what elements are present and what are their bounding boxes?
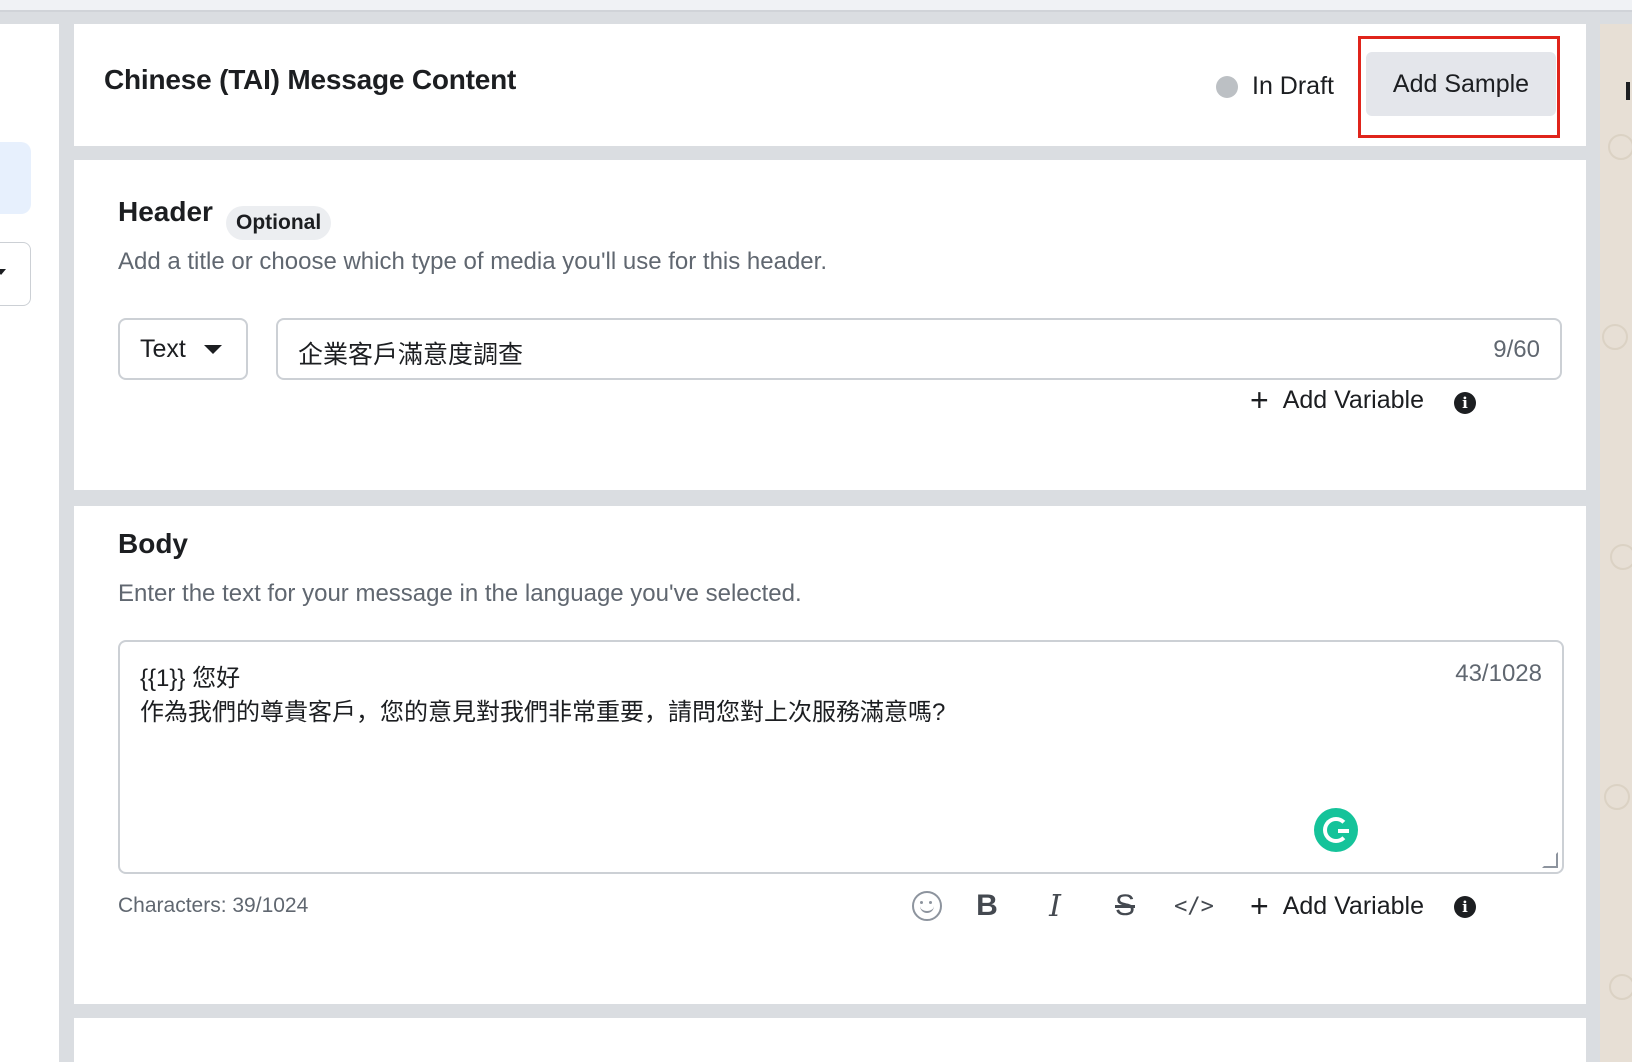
- add-variable-label: Add Variable: [1282, 385, 1424, 414]
- grammarly-icon[interactable]: [1314, 808, 1358, 852]
- status-indicator: In Draft: [1216, 72, 1334, 101]
- left-sidebar: [0, 24, 59, 1062]
- body-text-line: {{1}} 您好: [140, 665, 241, 692]
- strikethrough-button[interactable]: S: [1110, 888, 1140, 924]
- body-add-variable-button[interactable]: + Add Variable: [1250, 890, 1424, 922]
- body-section-title: Body: [118, 528, 188, 559]
- info-icon[interactable]: i: [1454, 392, 1476, 414]
- preview-panel-edge: [1600, 24, 1632, 1062]
- bold-button[interactable]: B: [972, 888, 1002, 924]
- preview-edge-mark: [1626, 82, 1630, 100]
- top-strip: [0, 0, 1632, 12]
- header-section-description: Add a title or choose which type of medi…: [118, 248, 827, 275]
- caret-down-icon: [204, 345, 222, 354]
- header-section-title: Header: [118, 196, 213, 227]
- doodle-icon: [1610, 544, 1632, 570]
- body-text-area[interactable]: {{1}} 您好 作為我們的尊貴客戶，您的意見對我們非常重要，請問您對上次服務滿…: [118, 640, 1564, 874]
- header-type-value: Text: [140, 334, 186, 363]
- body-text-line: 作為我們的尊貴客戶，您的意見對我們非常重要，請問您對上次服務滿意嗎?: [140, 699, 946, 726]
- info-icon[interactable]: i: [1454, 896, 1476, 918]
- caret-down-icon: [0, 269, 6, 275]
- add-variable-label: Add Variable: [1282, 891, 1424, 920]
- header-char-counter: 9/60: [1493, 336, 1540, 363]
- sidebar-selected-item[interactable]: [0, 142, 31, 214]
- header-input-value: 企業客戶滿意度調查: [298, 341, 524, 369]
- page-title: Chinese (TAI) Message Content: [104, 64, 517, 95]
- doodle-icon: [1608, 134, 1632, 160]
- body-section-description: Enter the text for your message in the l…: [118, 580, 802, 607]
- plus-icon: +: [1250, 888, 1269, 924]
- sidebar-dropdown[interactable]: [0, 242, 31, 306]
- status-dot-icon: [1216, 75, 1238, 98]
- doodle-icon: [1609, 974, 1632, 1000]
- resize-handle-icon[interactable]: [1542, 852, 1558, 868]
- code-button[interactable]: </>: [1174, 888, 1214, 924]
- emoji-icon: [912, 891, 942, 921]
- plus-icon: +: [1250, 382, 1269, 418]
- optional-badge: Optional: [226, 206, 332, 240]
- emoji-button[interactable]: [912, 888, 942, 924]
- italic-button[interactable]: I: [1040, 888, 1070, 924]
- doodle-icon: [1602, 324, 1628, 350]
- characters-count: Characters: 39/1024: [118, 894, 309, 917]
- header-text-input[interactable]: 企業客戶滿意度調查 9/60: [276, 318, 1562, 380]
- body-char-counter: 43/1028: [1455, 660, 1542, 687]
- add-sample-button[interactable]: Add Sample: [1366, 52, 1556, 116]
- header-section: Header Optional Add a title or choose wh…: [74, 160, 1586, 490]
- body-section: Body Enter the text for your message in …: [74, 506, 1586, 1004]
- message-content-card: Chinese (TAI) Message Content In Draft A…: [74, 24, 1586, 146]
- next-section-card: [74, 1018, 1586, 1062]
- header-add-variable-button[interactable]: + Add Variable: [1250, 384, 1424, 416]
- header-type-select[interactable]: Text: [118, 318, 248, 380]
- status-label: In Draft: [1252, 72, 1334, 100]
- doodle-icon: [1604, 784, 1630, 810]
